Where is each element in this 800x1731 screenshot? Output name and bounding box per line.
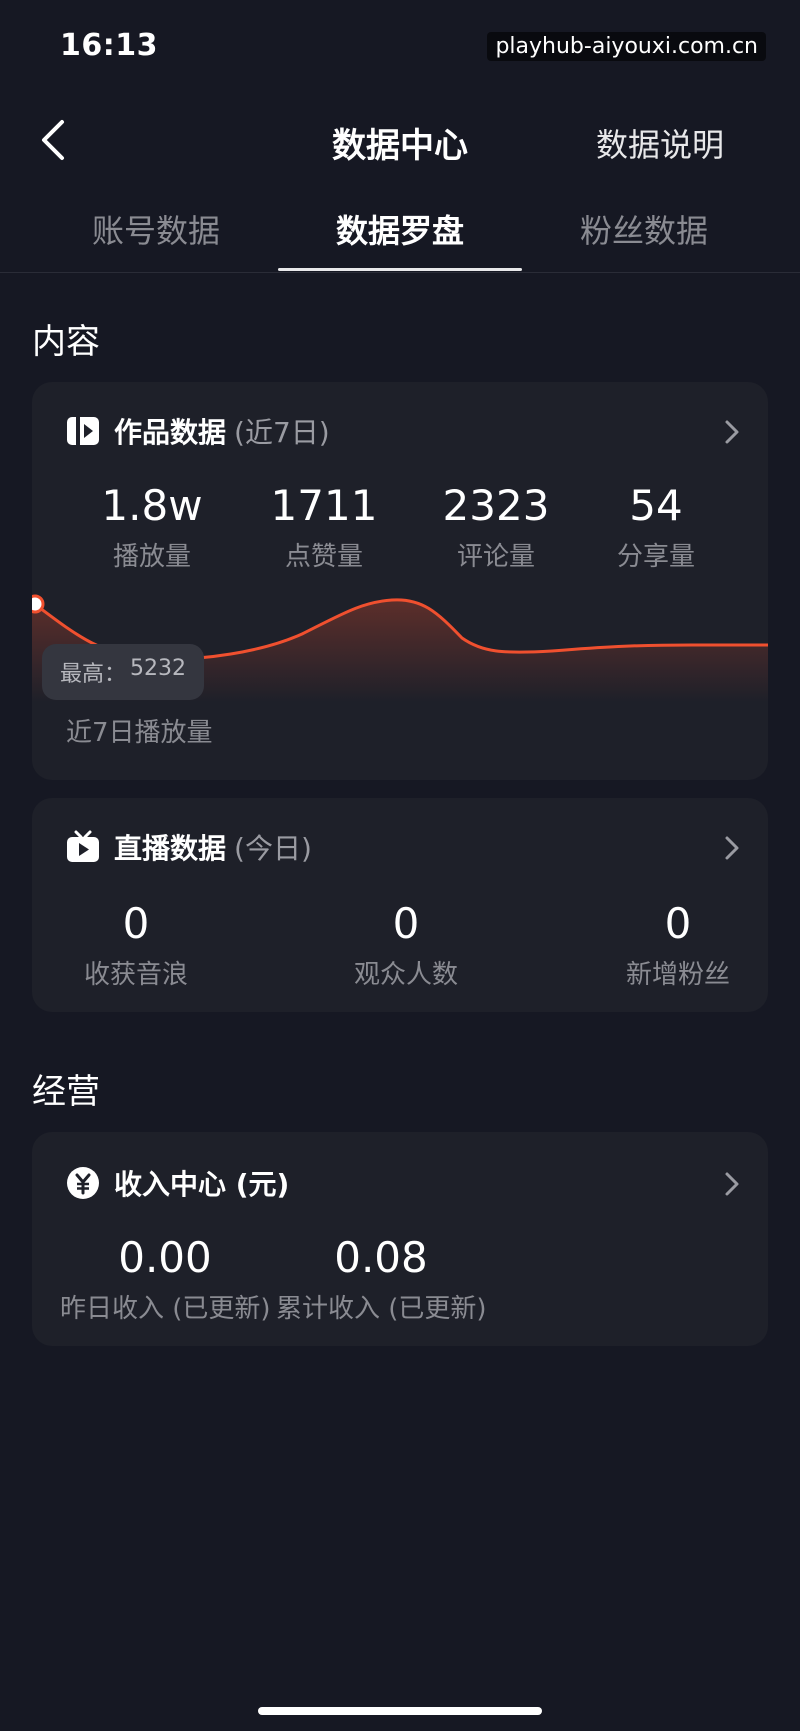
metric-value: 0 bbox=[122, 899, 150, 948]
chart-peak-point bbox=[32, 594, 45, 614]
metric-label: 累计收入 (已更新) bbox=[276, 1294, 487, 1324]
works-card-title: 作品数据 bbox=[114, 416, 227, 449]
watermark-text: playhub-aiyouxi.com.cn bbox=[487, 32, 766, 61]
metric-value: 0.00 bbox=[118, 1233, 212, 1282]
section-title-business: 经营 bbox=[32, 1072, 100, 1112]
chart-caption: 近7日播放量 bbox=[66, 718, 213, 748]
works-data-card[interactable]: 作品数据 (近7日) 1.8w 播放量 1711 点赞量 2323 评论量 54… bbox=[32, 382, 768, 780]
home-indicator bbox=[258, 1707, 542, 1715]
metric-total-income: 0.08 累计收入 (已更新) bbox=[276, 1233, 487, 1325]
live-data-card[interactable]: 直播数据 (今日) 0 收获音浪 0 观众人数 0 新增粉丝 bbox=[32, 798, 768, 1012]
metric-value: 54 bbox=[629, 481, 683, 530]
metric-yesterday-income: 0.00 昨日收入 (已更新) bbox=[60, 1233, 271, 1325]
metric-label: 点赞量 bbox=[284, 542, 363, 572]
income-center-card[interactable]: 收入中心 (元) 0.00 昨日收入 (已更新) 0.08 累计收入 (已更新) bbox=[32, 1132, 768, 1346]
metric-label: 观众人数 bbox=[353, 960, 458, 990]
metric-label: 评论量 bbox=[456, 542, 535, 572]
metric-value: 0 bbox=[664, 899, 692, 948]
live-card-header: 直播数据 (今日) bbox=[66, 826, 312, 868]
live-card-period: (今日) bbox=[234, 832, 312, 865]
metric-shares: 54 分享量 bbox=[586, 482, 726, 573]
metric-value: 0.08 bbox=[334, 1233, 428, 1282]
metric-label: 播放量 bbox=[112, 542, 191, 572]
tab-bar: 账号数据 数据罗盘 粉丝数据 bbox=[0, 200, 800, 273]
income-card-title: 收入中心 (元) bbox=[114, 1168, 290, 1201]
section-title-content: 内容 bbox=[32, 322, 100, 362]
tooltip-label: 最高： bbox=[60, 662, 127, 687]
metric-viewers: 0 观众人数 bbox=[336, 900, 476, 991]
video-icon bbox=[66, 414, 100, 448]
chevron-right-icon[interactable] bbox=[722, 834, 742, 862]
chevron-right-icon[interactable] bbox=[722, 418, 742, 446]
metric-label: 昨日收入 (已更新) bbox=[60, 1294, 271, 1324]
tv-icon bbox=[66, 830, 100, 864]
income-card-header: 收入中心 (元) bbox=[66, 1162, 289, 1204]
metric-label: 新增粉丝 bbox=[625, 960, 730, 990]
status-time: 16:13 bbox=[60, 28, 158, 63]
metric-value: 0 bbox=[392, 899, 420, 948]
works-card-period: (近7日) bbox=[234, 416, 330, 449]
works-card-header: 作品数据 (近7日) bbox=[66, 410, 330, 452]
active-tab-indicator bbox=[278, 268, 522, 271]
metric-value: 2323 bbox=[442, 481, 550, 530]
tab-data-compass[interactable]: 数据罗盘 bbox=[278, 206, 522, 252]
metric-value: 1711 bbox=[270, 481, 378, 530]
metric-sound-waves: 0 收获音浪 bbox=[66, 900, 206, 991]
tab-account-data[interactable]: 账号数据 bbox=[34, 206, 278, 252]
metric-comments: 2323 评论量 bbox=[416, 482, 576, 573]
metric-new-fans: 0 新增粉丝 bbox=[608, 900, 748, 991]
metric-label: 收获音浪 bbox=[83, 960, 188, 990]
data-explanation-link[interactable]: 数据说明 bbox=[596, 120, 724, 166]
live-card-title: 直播数据 bbox=[114, 832, 227, 865]
tab-fan-data[interactable]: 粉丝数据 bbox=[522, 206, 766, 252]
yuan-icon bbox=[66, 1166, 100, 1200]
metric-label: 分享量 bbox=[616, 542, 695, 572]
metric-plays: 1.8w 播放量 bbox=[82, 482, 222, 573]
metric-value: 1.8w bbox=[101, 481, 203, 530]
chart-max-tooltip: 最高： 5232 bbox=[42, 644, 205, 700]
tooltip-value: 5232 bbox=[130, 656, 187, 681]
chevron-right-icon[interactable] bbox=[722, 1170, 742, 1198]
metric-likes: 1711 点赞量 bbox=[254, 482, 394, 573]
